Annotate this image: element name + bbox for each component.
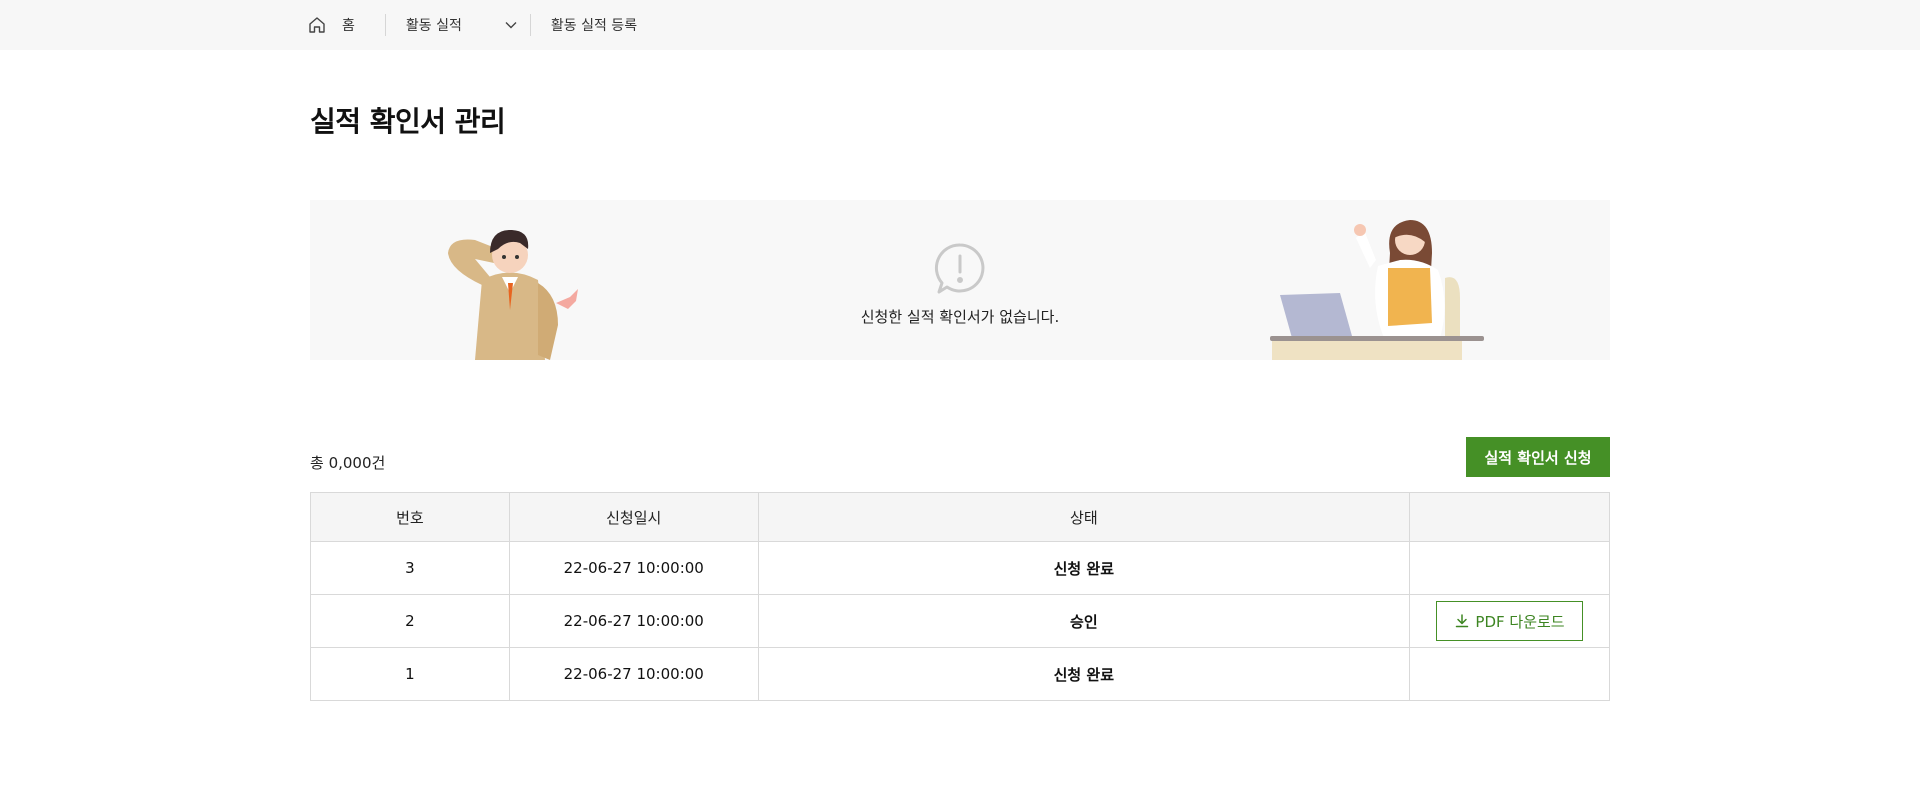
breadcrumb-section-label: 활동 실적 xyxy=(405,18,462,34)
row-number: 2 xyxy=(310,594,510,648)
apply-certificate-button[interactable]: 실적 확인서 신청 xyxy=(1466,437,1610,477)
chevron-down-icon xyxy=(505,22,517,29)
row-date: 22-06-27 10:00:00 xyxy=(508,647,759,701)
breadcrumb-divider xyxy=(384,14,386,36)
column-header-status: 상태 xyxy=(757,492,1411,542)
certificate-table: 번호 신청일시 상태 3 22-06-27 10:00:00 신청 완료 2 2… xyxy=(310,492,1610,701)
row-number: 3 xyxy=(310,541,510,595)
column-header-action xyxy=(1409,492,1610,542)
row-action-cell: PDF 다운로드 xyxy=(1409,594,1610,648)
row-number: 1 xyxy=(310,647,510,701)
row-status: 신청 완료 xyxy=(757,541,1411,595)
table-row: 1 22-06-27 10:00:00 신청 완료 xyxy=(310,647,1610,701)
breadcrumb: 홈 활동 실적 활동 실적 등록 xyxy=(307,0,637,50)
row-action-cell xyxy=(1409,647,1610,701)
empty-state-banner: 신청한 실적 확인서가 없습니다. xyxy=(310,200,1610,360)
total-count: 총 0,000건 xyxy=(310,454,386,472)
top-navigation-bar: 홈 활동 실적 활동 실적 등록 xyxy=(0,0,1920,50)
table-row: 2 22-06-27 10:00:00 승인 PDF 다운로드 xyxy=(310,594,1610,648)
page-title: 실적 확인서 관리 xyxy=(310,105,506,138)
breadcrumb-divider xyxy=(529,14,531,36)
breadcrumb-home[interactable]: 홈 xyxy=(307,15,355,35)
row-date: 22-06-27 10:00:00 xyxy=(508,594,759,648)
table-header-row: 번호 신청일시 상태 xyxy=(310,492,1610,542)
table-row: 3 22-06-27 10:00:00 신청 완료 xyxy=(310,541,1610,595)
download-icon xyxy=(1456,614,1469,628)
column-header-number: 번호 xyxy=(310,492,510,542)
row-status: 신청 완료 xyxy=(757,647,1411,701)
column-header-date: 신청일시 xyxy=(508,492,759,542)
breadcrumb-section-dropdown[interactable]: 활동 실적 xyxy=(406,15,518,35)
breadcrumb-current[interactable]: 활동 실적 등록 xyxy=(551,15,637,35)
woman-with-laptop-illustration xyxy=(1270,220,1484,360)
breadcrumb-home-label: 홈 xyxy=(342,18,355,34)
pdf-download-button[interactable]: PDF 다운로드 xyxy=(1436,601,1584,641)
home-icon xyxy=(309,17,325,33)
row-status: 승인 xyxy=(757,594,1411,648)
pdf-download-label: PDF 다운로드 xyxy=(1475,612,1565,631)
row-action-cell xyxy=(1409,541,1610,595)
row-date: 22-06-27 10:00:00 xyxy=(508,541,759,595)
exclamation-bubble-icon xyxy=(934,243,985,294)
